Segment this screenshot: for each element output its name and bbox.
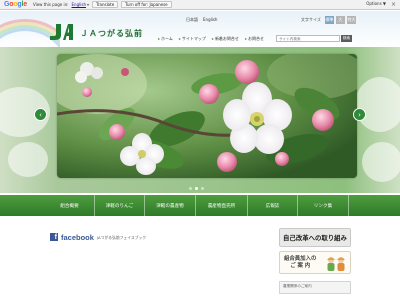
slide-dot-active[interactable] <box>195 187 198 190</box>
slide-dot[interactable] <box>201 187 204 190</box>
text-size-label: 文字サイズ <box>301 17 321 22</box>
nav-label: 新着お問合せ <box>214 36 239 41</box>
membership-text: 組合員加入の ご 案 内 <box>284 256 316 270</box>
lang-english-link[interactable]: English <box>203 17 217 23</box>
google-logo: Google <box>4 1 27 8</box>
people-illustration-icon <box>327 257 345 271</box>
slideshow-dots <box>189 187 204 190</box>
search-button[interactable]: 検索 <box>341 35 352 42</box>
search-input[interactable] <box>276 35 340 42</box>
translate-bar: Google View this page in: English ▾ Tran… <box>0 0 400 10</box>
text-size-control: 文字サイズ 標準 大 特大 <box>301 16 356 24</box>
translate-prompt: View this page in: <box>32 2 69 7</box>
nav-sitemap-link[interactable]: ▸サイトマップ <box>179 36 206 42</box>
facebook-icon[interactable]: f <box>50 233 58 241</box>
membership-line2: ご 案 内 <box>290 263 311 269</box>
facebook-title[interactable]: facebook <box>61 233 94 242</box>
bullet-icon: ▸ <box>244 36 247 41</box>
size-large-button[interactable]: 大 <box>335 16 345 24</box>
nav-contact-link[interactable]: ▸お問合せ <box>245 36 264 42</box>
size-standard-button[interactable]: 標準 <box>324 16 334 24</box>
bullet-icon: ▸ <box>211 36 214 41</box>
main-nav-apples[interactable]: 津軽のりんご <box>95 195 145 216</box>
language-links: 日本語 English <box>186 17 217 23</box>
main-nav-links[interactable]: リンク集 <box>298 195 349 216</box>
reform-banner[interactable]: 自己改革への取り組み <box>279 228 351 247</box>
nav-label: ホーム <box>161 36 173 41</box>
language-dropdown-icon[interactable]: ▾ <box>87 2 89 7</box>
brand-name[interactable]: ＪＡつがる弘前 <box>80 28 143 39</box>
slide-dot[interactable] <box>189 187 192 190</box>
membership-banner[interactable]: 組合員加入の ご 案 内 <box>279 251 351 274</box>
utility-nav: ▸ホーム ▸サイトマップ ▸新着お問合せ ▸お問合せ <box>158 36 264 42</box>
nav-label: お問合せ <box>247 36 264 41</box>
translate-button[interactable]: Translate <box>92 1 119 8</box>
slideshow-next-button[interactable]: › <box>353 108 366 121</box>
nav-home-link[interactable]: ▸ホーム <box>158 36 173 42</box>
slideshow-prev-button[interactable]: ‹ <box>34 108 47 121</box>
close-icon[interactable]: × <box>391 1 396 8</box>
lang-japanese-link[interactable]: 日本語 <box>186 17 198 23</box>
facebook-subtitle[interactable]: JAつがる弘前フェイスブック <box>97 235 146 241</box>
language-select[interactable]: English <box>72 2 86 7</box>
size-xlarge-button[interactable]: 特大 <box>346 16 356 24</box>
bullet-icon: ▸ <box>178 36 181 41</box>
main-nav-newsletter[interactable]: 広報誌 <box>248 195 298 216</box>
bullet-icon: ▸ <box>158 36 161 41</box>
apple-blossom-image <box>57 54 357 178</box>
nav-news-link[interactable]: ▸新着お問合せ <box>212 36 239 42</box>
main-nav: 組合概要 津軽のりんご 津軽の農産物 農産物直売所 広報誌 リンク集 <box>0 195 400 216</box>
options-menu[interactable]: Options ▼ <box>366 1 386 6</box>
ja-logo-icon[interactable] <box>48 24 74 40</box>
main-nav-produce[interactable]: 津軽の農産物 <box>145 195 196 216</box>
main-nav-direct-sales[interactable]: 農産物直売所 <box>196 195 248 216</box>
nav-label: サイトマップ <box>181 36 206 41</box>
membership-line1: 組合員加入の <box>284 256 317 262</box>
info-link[interactable]: 農業関係のご案内 <box>279 281 351 294</box>
slideshow-image[interactable] <box>57 54 357 178</box>
turn-off-button[interactable]: Turn off for: Japanese <box>121 1 172 8</box>
main-nav-about[interactable]: 組合概要 <box>45 195 95 216</box>
